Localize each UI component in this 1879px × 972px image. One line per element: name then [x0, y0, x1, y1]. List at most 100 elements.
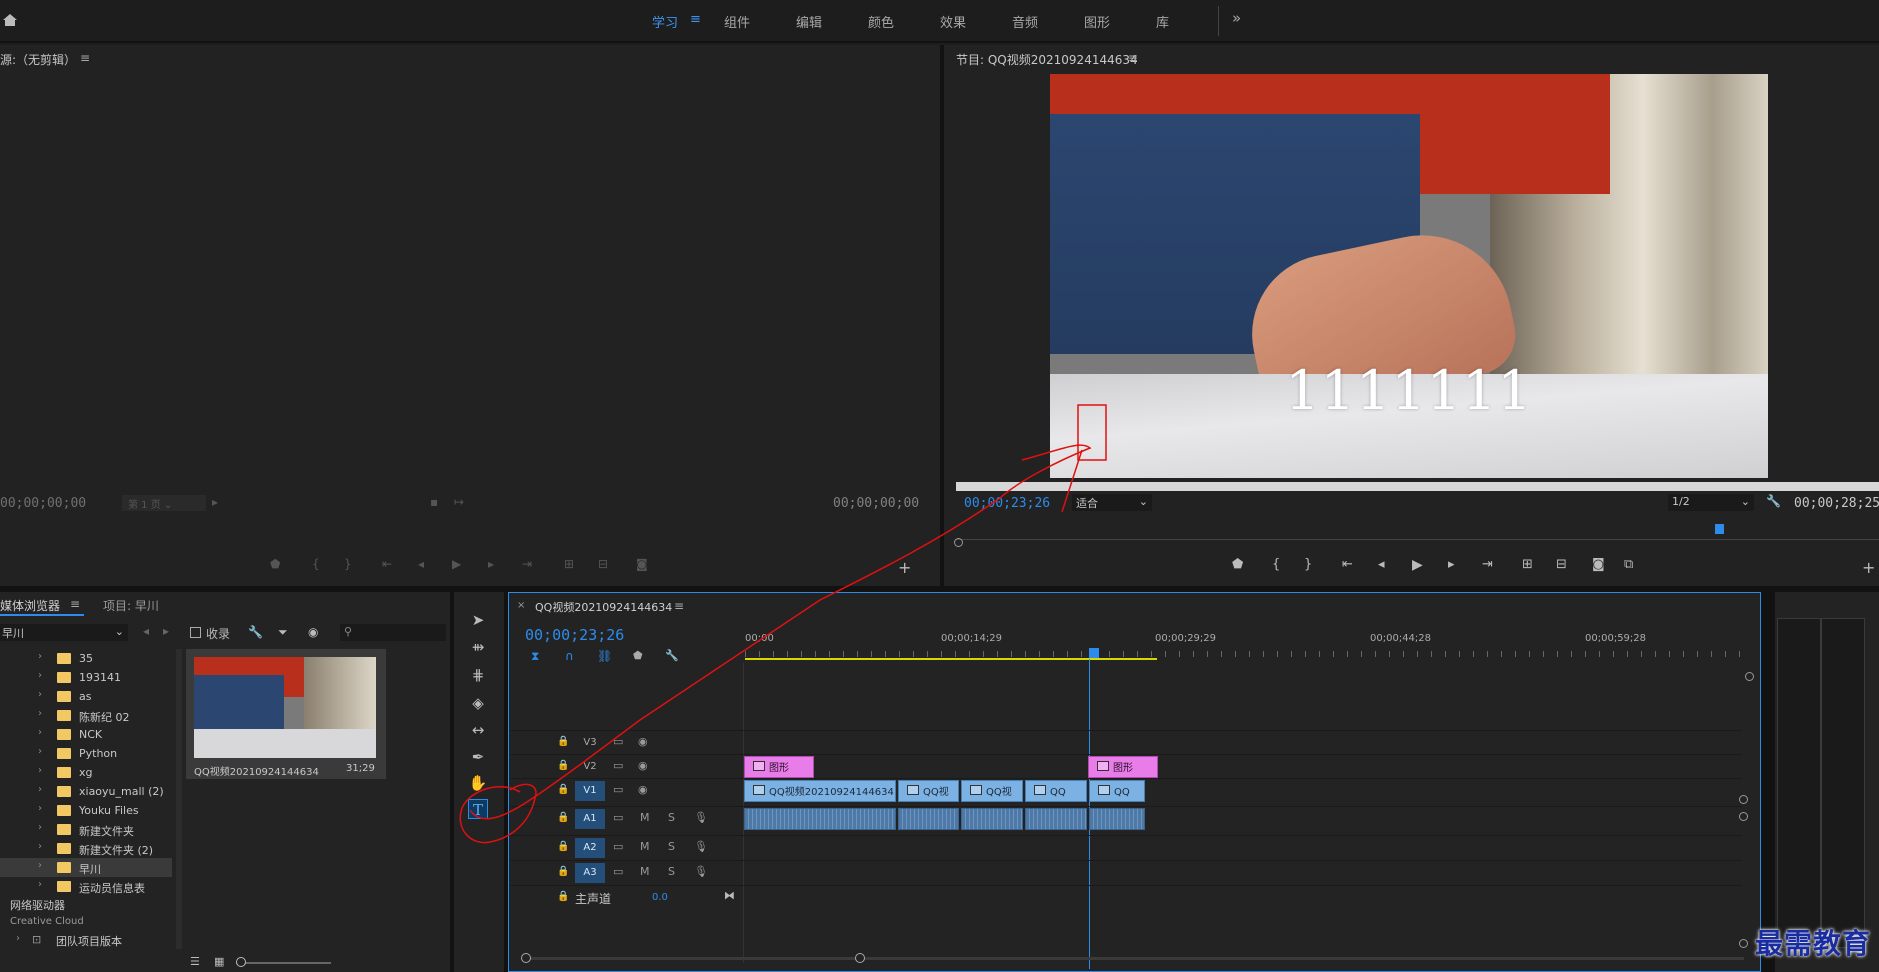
timeline-horizontal-scrollbar[interactable]	[524, 957, 1744, 960]
program-monitor-menu-icon[interactable]: ≡	[1128, 51, 1138, 65]
media-search-input[interactable]: ⚲	[340, 624, 446, 641]
vertical-scroll-handle-1[interactable]	[1739, 795, 1748, 804]
mute-button[interactable]: M	[640, 840, 650, 853]
lock-icon[interactable]: 🔒	[557, 841, 569, 852]
zoom-slider[interactable]	[236, 962, 331, 964]
pen-tool-icon[interactable]: ✒	[468, 747, 488, 767]
mute-button[interactable]: M	[640, 865, 650, 878]
tree-creative-cloud[interactable]: Creative Cloud	[10, 916, 84, 927]
video-clip-5[interactable]: QQ	[1089, 780, 1145, 802]
tree-item-xiaoyu-mall[interactable]: › xiaoyu_mall (2)	[0, 782, 172, 801]
solo-button[interactable]: S	[668, 811, 675, 824]
sync-lock-icon[interactable]: ▭	[613, 783, 623, 796]
type-tool-icon[interactable]: T	[468, 799, 488, 819]
program-title-overlay[interactable]: 1111111	[1200, 359, 1618, 422]
workspace-tab-learn[interactable]: 学习	[652, 12, 678, 31]
hand-tool-icon[interactable]: ✋	[468, 773, 488, 793]
program-compare-icon[interactable]: ⧉	[1624, 557, 1633, 572]
source-arrow-icon[interactable]: ▸	[212, 495, 218, 509]
timeline-tab-title[interactable]: QQ视频20210924144634	[535, 599, 672, 615]
program-go-out-icon[interactable]: ⇥	[1482, 557, 1493, 572]
program-extract-icon[interactable]: ⊟	[1556, 557, 1567, 572]
tree-network-drives[interactable]: 网络驱动器	[10, 897, 65, 913]
audio-clip-2[interactable]	[898, 808, 959, 830]
source-add-button-icon[interactable]: +	[898, 558, 911, 577]
solo-button[interactable]: S	[668, 840, 675, 853]
tree-item-nck[interactable]: › NCK	[0, 725, 172, 744]
workspace-tab-libraries[interactable]: 库	[1156, 12, 1169, 31]
workspace-tab-audio[interactable]: 音频	[1012, 12, 1038, 31]
expand-arrow-icon[interactable]: ›	[38, 803, 42, 814]
program-marker-icon[interactable]: ⬟	[1232, 557, 1243, 572]
source-go-in-icon[interactable]: ⇤	[382, 557, 392, 571]
source-timecode-current[interactable]: 00;00;00;00	[0, 496, 86, 511]
lock-icon[interactable]: 🔒	[557, 866, 569, 877]
expand-arrow-icon[interactable]: ›	[38, 651, 42, 662]
tree-item-xg[interactable]: › xg	[0, 763, 172, 782]
source-camera-icon[interactable]: ◙	[636, 557, 648, 571]
workspace-tab-assembly[interactable]: 组件	[724, 12, 750, 31]
expand-arrow-icon[interactable]: ›	[38, 727, 42, 738]
filter-icon[interactable]: ⏷	[278, 625, 288, 640]
program-resolution-select[interactable]: 1/2 ⌄	[1668, 494, 1754, 511]
workspace-menu-icon[interactable]: ≡	[690, 12, 701, 27]
snap-magnet-icon[interactable]: ∩	[565, 649, 574, 663]
source-timecode-duration[interactable]: 00;00;00;00	[833, 496, 919, 511]
eye-icon[interactable]: ◉	[638, 759, 648, 772]
tree-item-python[interactable]: › Python	[0, 744, 172, 763]
source-page-select[interactable]: 第 1 页 ⌄	[122, 495, 206, 511]
source-in-icon[interactable]: {	[312, 557, 320, 571]
program-fit-select[interactable]: 适合 ⌄	[1072, 494, 1152, 511]
expand-arrow-icon[interactable]: ›	[38, 822, 42, 833]
scrollbar-end-handle[interactable]	[855, 953, 865, 963]
tree-item-193141[interactable]: › 193141	[0, 668, 172, 687]
work-area-bar[interactable]	[745, 658, 1157, 660]
scrollbar-start-handle[interactable]	[521, 953, 531, 963]
program-add-button-icon[interactable]: +	[1862, 558, 1875, 577]
tree-item-zaochuan[interactable]: › 早川	[0, 858, 172, 877]
tab-project[interactable]: 项目: 早川	[103, 597, 159, 614]
graphics-clip-1[interactable]: 图形	[744, 756, 814, 778]
vertical-scroll-handle-2[interactable]	[1739, 812, 1748, 821]
eye-icon[interactable]: ◉	[638, 735, 648, 748]
track-label-a2[interactable]: A2	[575, 838, 605, 858]
sync-lock-icon[interactable]: ▭	[613, 759, 623, 772]
tab-media-browser[interactable]: 媒体浏览器	[0, 597, 60, 614]
program-step-forward-icon[interactable]: ▸	[1448, 557, 1455, 572]
expand-arrow-icon[interactable]: ›	[38, 860, 42, 871]
source-step-back-icon[interactable]: ◂	[418, 557, 424, 571]
source-insert-clip-icon[interactable]: ⊞	[564, 557, 574, 571]
track-label-v1[interactable]: V1	[575, 781, 605, 801]
audio-clip-5[interactable]	[1089, 808, 1145, 830]
program-lift-icon[interactable]: ⊞	[1522, 557, 1533, 572]
sync-lock-icon[interactable]: ▭	[613, 840, 623, 853]
source-monitor-title[interactable]: 源:（无剪辑）	[0, 51, 76, 68]
timeline-timecode[interactable]: 00;00;23;26	[525, 626, 624, 644]
program-ruler-start-handle[interactable]	[954, 538, 963, 547]
sync-lock-icon[interactable]: ▭	[613, 865, 623, 878]
selection-tool-icon[interactable]: ➤	[468, 610, 488, 630]
track-label-a3[interactable]: A3	[575, 863, 605, 883]
track-label-v2[interactable]: V2	[575, 757, 605, 777]
program-go-in-icon[interactable]: ⇤	[1342, 557, 1353, 572]
nav-back-icon[interactable]: ◂	[143, 624, 149, 638]
program-in-icon[interactable]: {	[1272, 557, 1280, 572]
source-insert-icon[interactable]: ↦	[454, 495, 464, 509]
vertical-scroll-handle-3[interactable]	[1739, 939, 1748, 948]
tree-item-chenxinji[interactable]: › 陈新纪 02	[0, 706, 172, 725]
nest-sequence-icon[interactable]: ⧗	[531, 649, 539, 664]
master-end-icon[interactable]: ⧓	[724, 889, 735, 902]
lock-icon[interactable]: 🔒	[557, 760, 569, 771]
microphone-icon[interactable]: 🎙	[694, 840, 708, 853]
lock-icon[interactable]: 🔒	[557, 784, 569, 795]
workspace-tab-graphics[interactable]: 图形	[1084, 12, 1110, 31]
lock-icon[interactable]: 🔒	[557, 812, 569, 823]
video-clip-2[interactable]: QQ视	[898, 780, 959, 802]
audio-clip-1[interactable]	[744, 808, 896, 830]
program-timecode-current[interactable]: 00;00;23;26	[964, 496, 1050, 511]
nav-forward-icon[interactable]: ▸	[163, 624, 169, 638]
microphone-icon[interactable]: 🎙	[694, 865, 708, 878]
master-volume-value[interactable]: 0.0	[652, 892, 668, 903]
icon-view-icon[interactable]: ▦	[214, 955, 224, 968]
program-play-icon[interactable]: ▶	[1412, 557, 1423, 573]
